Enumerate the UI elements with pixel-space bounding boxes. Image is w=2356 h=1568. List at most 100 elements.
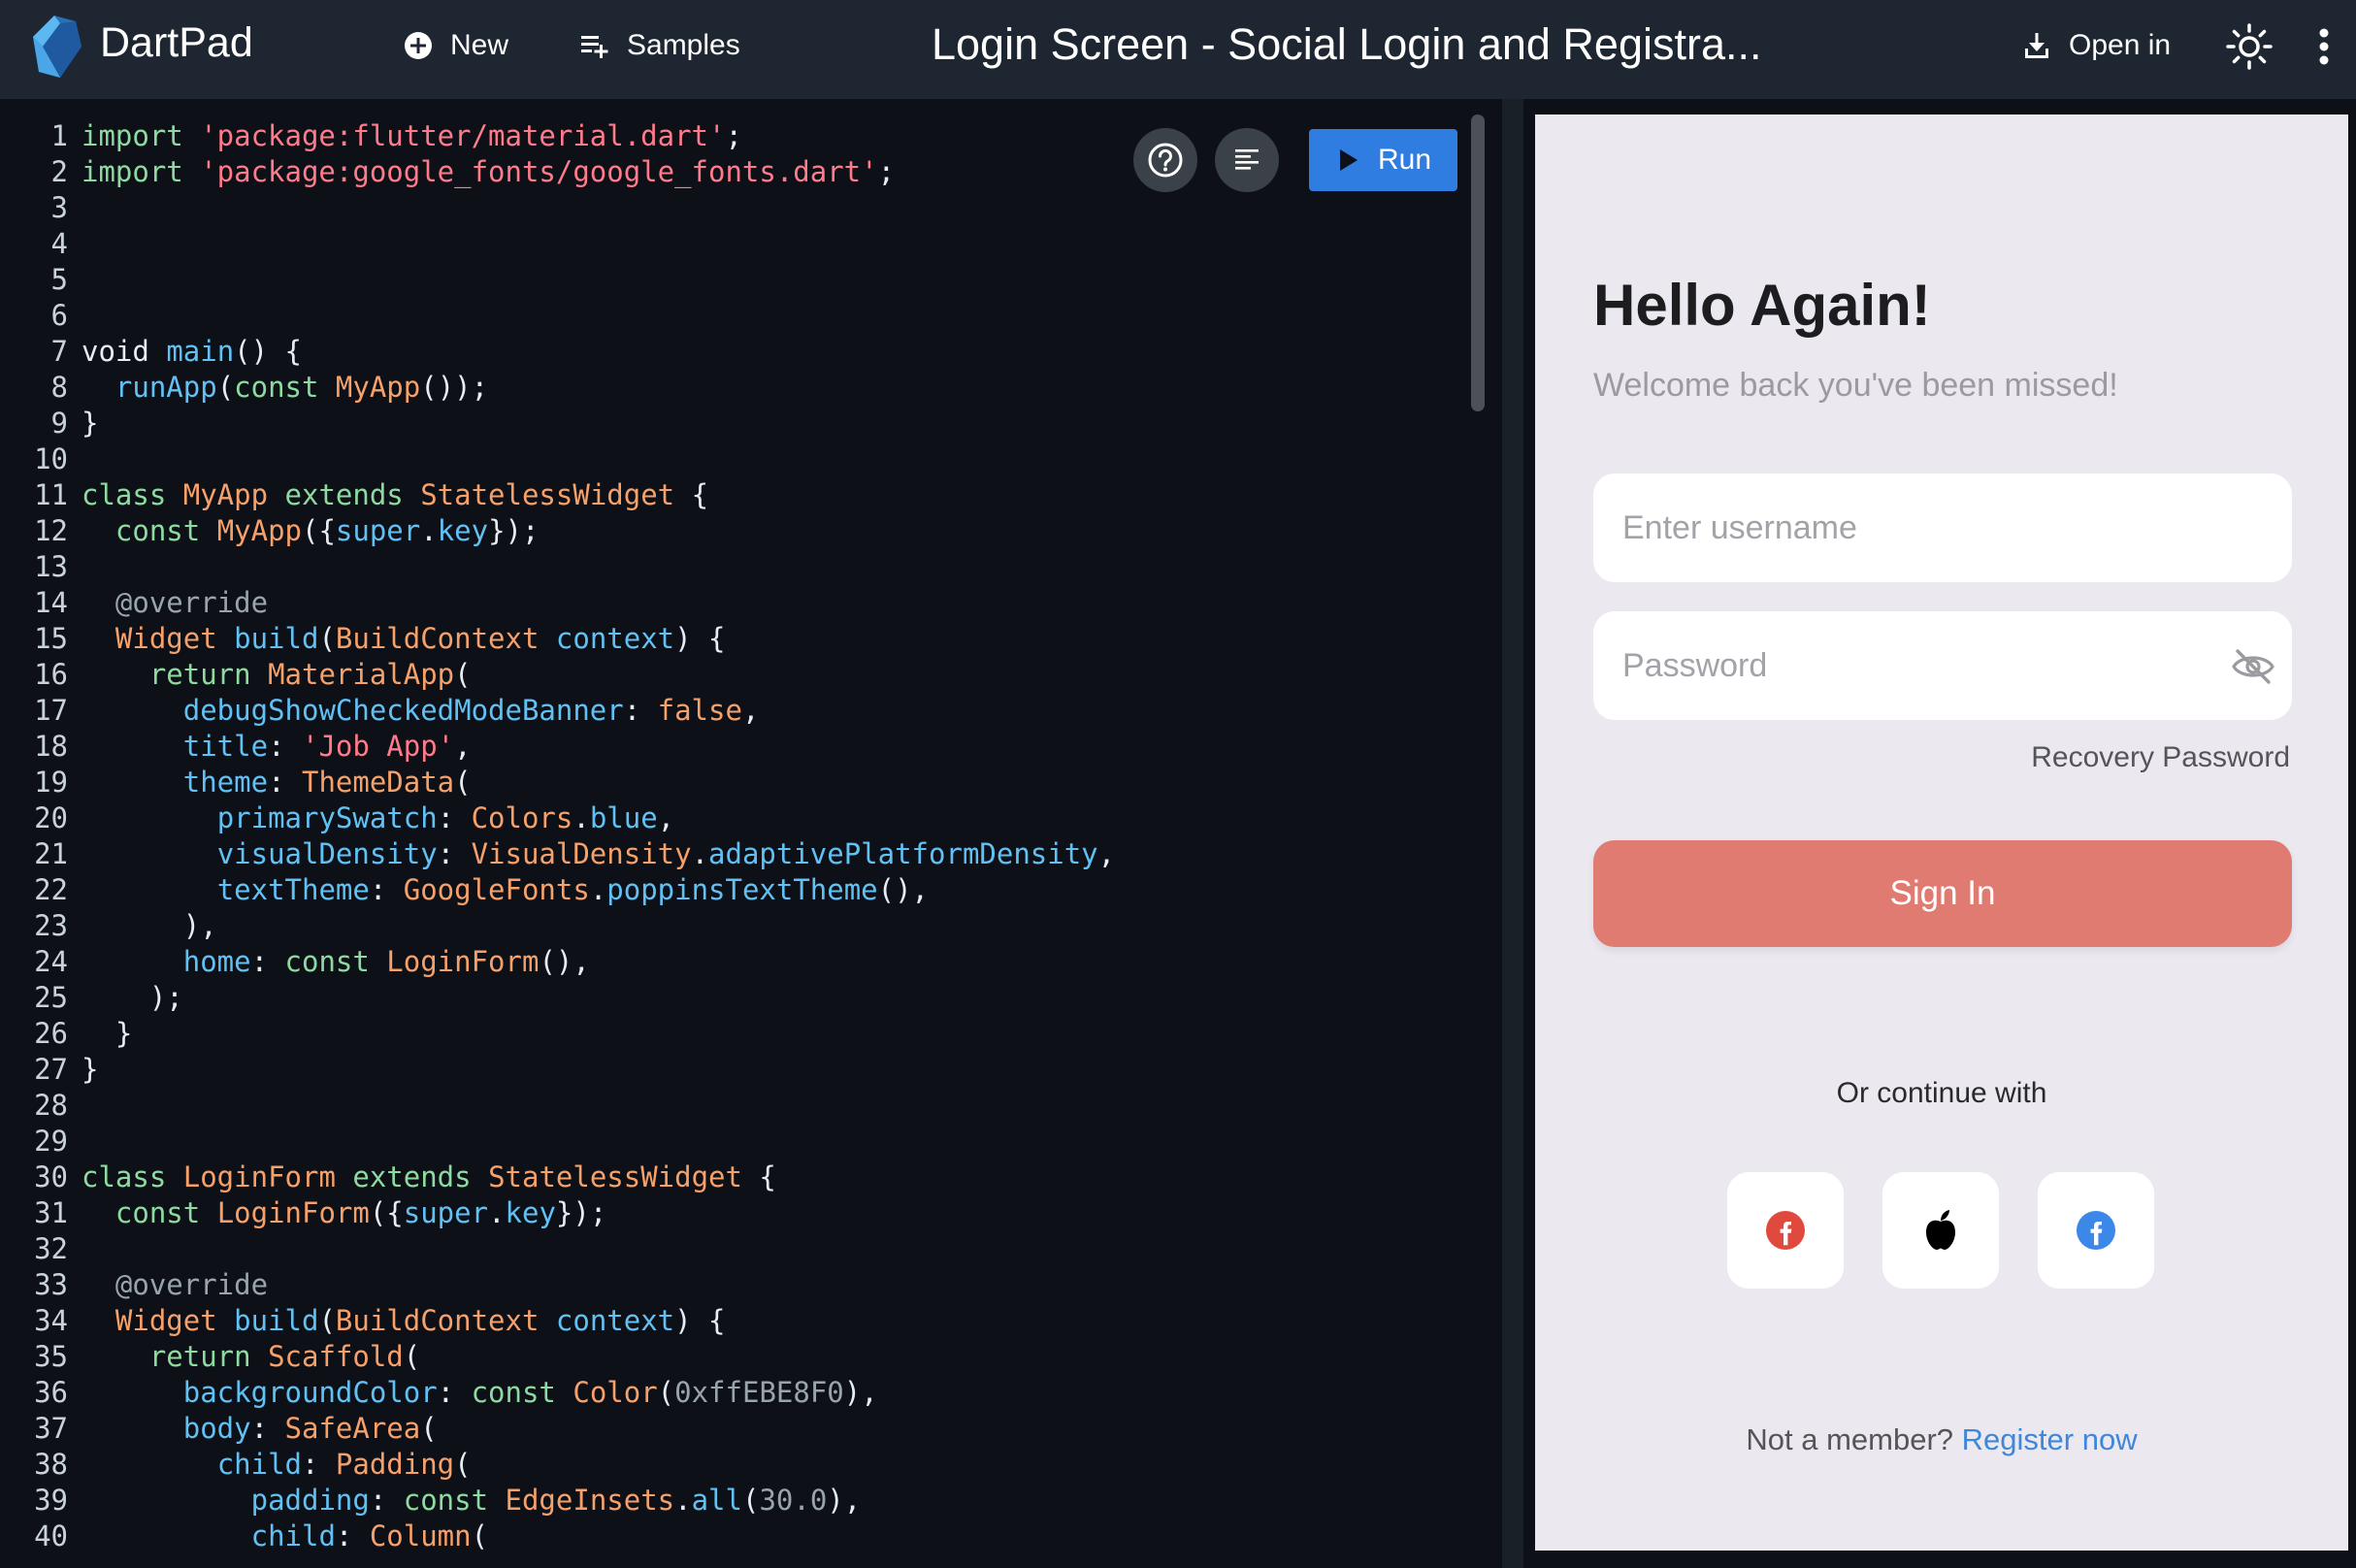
code-line[interactable]: 5: [0, 262, 1465, 298]
code-text[interactable]: debugShowCheckedModeBanner: false,: [82, 693, 760, 729]
dart-logo-icon[interactable]: [21, 14, 87, 80]
code-line[interactable]: 17 debugShowCheckedModeBanner: false,: [0, 693, 1465, 729]
code-line[interactable]: 7 void main() {: [0, 334, 1465, 370]
code-line[interactable]: 21 visualDensity: VisualDensity.adaptive…: [0, 836, 1465, 872]
code-line[interactable]: 35 return Scaffold(: [0, 1339, 1465, 1375]
document-title: Login Screen - Social Login and Registra…: [932, 19, 1762, 69]
code-text[interactable]: padding: const EdgeInsets.all(30.0),: [82, 1483, 862, 1519]
code-text[interactable]: }: [82, 1052, 98, 1088]
code-text[interactable]: const MyApp({super.key});: [82, 513, 540, 549]
code-lines[interactable]: 1 import 'package:flutter/material.dart';…: [0, 118, 1465, 1554]
code-text[interactable]: theme: ThemeData(: [82, 765, 472, 800]
code-text[interactable]: }: [82, 1016, 132, 1052]
code-text[interactable]: child: Padding(: [82, 1447, 472, 1483]
code-line[interactable]: 9}: [0, 406, 1465, 441]
code-text[interactable]: runApp(const MyApp());: [82, 370, 488, 406]
code-line[interactable]: 31 const LoginForm({super.key});: [0, 1195, 1465, 1231]
code-text[interactable]: child: Column(: [82, 1519, 488, 1554]
password-input[interactable]: [1593, 611, 2292, 720]
help-button[interactable]: [1133, 128, 1197, 192]
code-text[interactable]: class MyApp extends StatelessWidget {: [82, 477, 708, 513]
code-line[interactable]: 11 class MyApp extends StatelessWidget {: [0, 477, 1465, 513]
google-login-button[interactable]: [1727, 1172, 1844, 1289]
code-line[interactable]: 37 body: SafeArea(: [0, 1411, 1465, 1447]
code-text[interactable]: primarySwatch: Colors.blue,: [82, 800, 674, 836]
code-line[interactable]: 40 child: Column(: [0, 1519, 1465, 1554]
code-line[interactable]: 34 Widget build(BuildContext context) {: [0, 1303, 1465, 1339]
code-line[interactable]: 3: [0, 190, 1465, 226]
code-text[interactable]: Widget build(BuildContext context) {: [82, 621, 726, 657]
code-line[interactable]: 22 textTheme: GoogleFonts.poppinsTextThe…: [0, 872, 1465, 908]
code-line[interactable]: 6: [0, 298, 1465, 334]
code-line[interactable]: 27}: [0, 1052, 1465, 1088]
code-line[interactable]: 36 backgroundColor: const Color(0xffEBE8…: [0, 1375, 1465, 1411]
recovery-password-link[interactable]: Recovery Password: [2031, 739, 2290, 776]
code-line[interactable]: 10: [0, 441, 1465, 477]
split-divider[interactable]: [1502, 99, 1523, 1568]
sign-in-button[interactable]: Sign In: [1593, 840, 2292, 947]
code-text[interactable]: backgroundColor: const Color(0xffEBE8F0)…: [82, 1375, 878, 1411]
code-line[interactable]: 12 const MyApp({super.key});: [0, 513, 1465, 549]
code-line[interactable]: 16 return MaterialApp(: [0, 657, 1465, 693]
new-button[interactable]: New: [402, 22, 508, 69]
code-line[interactable]: 20 primarySwatch: Colors.blue,: [0, 800, 1465, 836]
sun-icon[interactable]: [2224, 21, 2274, 72]
more-vert-icon[interactable]: [2311, 21, 2337, 72]
code-token: (: [471, 1519, 489, 1552]
code-text[interactable]: title: 'Job App',: [82, 729, 472, 765]
code-text[interactable]: return MaterialApp(: [82, 657, 472, 693]
code-line[interactable]: 24 home: const LoginForm(),: [0, 944, 1465, 980]
format-button[interactable]: [1215, 128, 1279, 192]
code-text[interactable]: @override: [82, 585, 268, 621]
code-text[interactable]: import 'package:google_fonts/google_font…: [82, 154, 895, 190]
code-token: MaterialApp: [268, 658, 455, 691]
editor-scrollbar[interactable]: [1471, 114, 1485, 411]
code-text[interactable]: Widget build(BuildContext context) {: [82, 1303, 726, 1339]
samples-button[interactable]: Samples: [578, 22, 740, 69]
code-line[interactable]: 25 );: [0, 980, 1465, 1016]
code-line[interactable]: 32: [0, 1231, 1465, 1267]
code-line[interactable]: 29: [0, 1124, 1465, 1160]
code-line[interactable]: 8 runApp(const MyApp());: [0, 370, 1465, 406]
code-editor[interactable]: 1 import 'package:flutter/material.dart';…: [0, 99, 1502, 1568]
code-token: const: [115, 1196, 217, 1229]
username-input[interactable]: [1593, 474, 2292, 582]
code-line[interactable]: 13: [0, 549, 1465, 585]
code-text[interactable]: @override: [82, 1267, 268, 1303]
code-line[interactable]: 23 ),: [0, 908, 1465, 944]
code-text[interactable]: const LoginForm({super.key});: [82, 1195, 606, 1231]
code-token: key: [437, 514, 489, 547]
code-token: super: [335, 514, 421, 547]
run-button[interactable]: Run: [1309, 129, 1457, 191]
visibility-off-icon[interactable]: [2231, 644, 2275, 689]
code-line[interactable]: 33 @override: [0, 1267, 1465, 1303]
code-text[interactable]: body: SafeArea(: [82, 1411, 438, 1447]
code-line[interactable]: 14 @override: [0, 585, 1465, 621]
code-line[interactable]: 38 child: Padding(: [0, 1447, 1465, 1483]
code-token: :: [369, 1484, 404, 1517]
code-text[interactable]: home: const LoginForm(),: [82, 944, 590, 980]
code-line[interactable]: 30 class LoginForm extends StatelessWidge…: [0, 1160, 1465, 1195]
code-text[interactable]: visualDensity: VisualDensity.adaptivePla…: [82, 836, 1115, 872]
code-line[interactable]: 39 padding: const EdgeInsets.all(30.0),: [0, 1483, 1465, 1519]
code-line[interactable]: 19 theme: ThemeData(: [0, 765, 1465, 800]
code-text[interactable]: );: [82, 980, 183, 1016]
code-text[interactable]: ),: [82, 908, 217, 944]
code-text[interactable]: textTheme: GoogleFonts.poppinsTextTheme(…: [82, 872, 929, 908]
code-text[interactable]: }: [82, 406, 98, 441]
code-text[interactable]: void main() {: [82, 334, 302, 370]
code-line[interactable]: 26 }: [0, 1016, 1465, 1052]
code-line[interactable]: 28: [0, 1088, 1465, 1124]
code-text[interactable]: class LoginForm extends StatelessWidget …: [82, 1160, 776, 1195]
code-line[interactable]: 18 title: 'Job App',: [0, 729, 1465, 765]
code-text[interactable]: return Scaffold(: [82, 1339, 420, 1375]
code-token: }: [82, 1017, 133, 1050]
apple-login-button[interactable]: [1882, 1172, 1999, 1289]
register-now-link[interactable]: Register now: [1962, 1422, 2138, 1456]
code-text[interactable]: import 'package:flutter/material.dart';: [82, 118, 742, 154]
facebook-login-button[interactable]: [2038, 1172, 2154, 1289]
code-line[interactable]: 15 Widget build(BuildContext context) {: [0, 621, 1465, 657]
open-in-button[interactable]: Open in: [2020, 22, 2171, 69]
code-line[interactable]: 4: [0, 226, 1465, 262]
